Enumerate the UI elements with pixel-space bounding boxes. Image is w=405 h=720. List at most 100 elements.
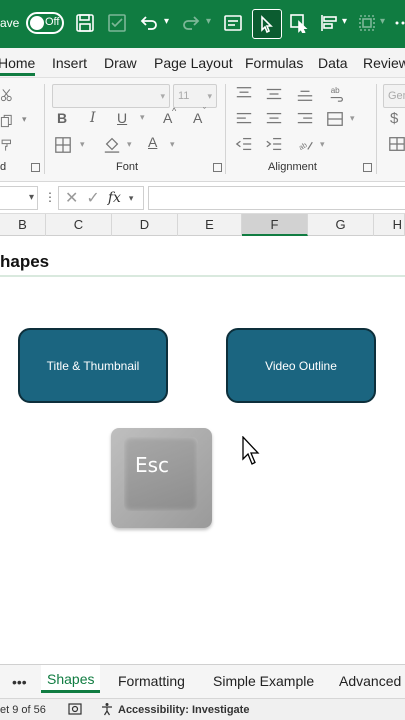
undo-dropdown-icon[interactable]: ▾ (164, 16, 169, 27)
sheet-tab-advanced[interactable]: Advanced (339, 673, 401, 689)
align-middle-icon[interactable] (265, 86, 283, 102)
alignment-launcher-icon[interactable] (363, 163, 372, 172)
conditional-format-icon[interactable] (388, 136, 405, 152)
orientation-dropdown-icon[interactable]: ▾ (320, 139, 325, 150)
font-name-combo[interactable]: ▾ (52, 84, 170, 108)
font-size-combo[interactable]: 11 ▾ (173, 84, 217, 108)
align-left-icon[interactable] (235, 111, 253, 127)
column-header-h[interactable]: H (374, 214, 405, 236)
sheet-title: hapes (0, 252, 50, 271)
alignment-group-label: Alignment (268, 161, 317, 173)
select-shape-icon[interactable] (288, 12, 310, 34)
column-header-d[interactable]: D (112, 214, 178, 236)
align-center-icon[interactable] (265, 111, 283, 127)
align-top-icon[interactable] (235, 86, 253, 102)
column-header-g[interactable]: G (308, 214, 374, 236)
formula-buttons: ✕ ✓ fx ▾ (58, 186, 144, 210)
mouse-cursor-icon (242, 436, 260, 465)
sheet-position-text: et 9 of 56 (0, 704, 46, 716)
save-icon[interactable] (74, 12, 96, 34)
svg-text:ab: ab (297, 140, 308, 152)
copy-dropdown-icon[interactable]: ▾ (22, 114, 27, 125)
checkbox-icon[interactable] (106, 12, 128, 34)
shrink-font-button[interactable]: A (193, 110, 202, 126)
form-icon[interactable] (222, 12, 244, 34)
insert-function-button[interactable]: fx (108, 190, 121, 206)
accessibility-icon[interactable] (100, 702, 114, 716)
orientation-icon[interactable]: ab (296, 134, 316, 154)
name-box[interactable]: ▾ (0, 186, 38, 210)
tab-page-layout[interactable]: Page Layout (154, 55, 233, 71)
underline-dropdown-icon[interactable]: ▾ (140, 112, 145, 123)
autosave-label: ave (0, 16, 20, 30)
function-dropdown-icon[interactable]: ▾ (129, 193, 134, 204)
format-painter-icon[interactable] (0, 136, 14, 154)
autosave-toggle[interactable]: Off (26, 12, 64, 34)
sheet-tab-simple-example[interactable]: Simple Example (213, 673, 314, 689)
worksheet[interactable]: hapes Title & Thumbnail Video Outline Es… (0, 236, 405, 664)
fill-color-dropdown-icon[interactable]: ▾ (127, 139, 132, 150)
undo-icon[interactable] (138, 12, 160, 34)
redo-dropdown-icon[interactable]: ▾ (206, 16, 211, 27)
grow-font-button[interactable]: A (163, 110, 172, 126)
clipboard-launcher-icon[interactable] (31, 163, 40, 172)
group-icon[interactable] (356, 12, 378, 34)
font-launcher-icon[interactable] (213, 163, 222, 172)
underline-button[interactable]: U (117, 110, 127, 126)
accessibility-status[interactable]: Accessibility: Investigate (118, 704, 249, 716)
wrap-text-icon[interactable]: ab (327, 84, 347, 104)
column-header-f[interactable]: F (242, 214, 308, 236)
title-bar: ave Off ▾ ▾ ▾ ▾ (0, 0, 405, 48)
borders-icon[interactable] (54, 136, 72, 154)
column-header-e[interactable]: E (178, 214, 242, 236)
column-header-c[interactable]: C (46, 214, 112, 236)
increase-indent-icon[interactable] (265, 136, 283, 152)
group-dropdown-icon[interactable]: ▾ (380, 16, 385, 27)
tab-draw[interactable]: Draw (104, 55, 137, 71)
tab-insert[interactable]: Insert (52, 55, 87, 71)
tab-review[interactable]: Review (363, 55, 405, 71)
copy-icon[interactable] (0, 112, 14, 130)
italic-button[interactable]: I (90, 110, 96, 126)
grow-font-icon: ^ (172, 106, 177, 116)
tab-data[interactable]: Data (318, 55, 348, 71)
esc-key-label: Esc (135, 453, 170, 477)
merge-center-icon[interactable] (326, 110, 344, 128)
align-bottom-icon[interactable] (296, 86, 314, 102)
column-header-b[interactable]: B (0, 214, 46, 236)
status-bar: et 9 of 56 Accessibility: Investigate (0, 698, 405, 720)
column-headers: B C D E F G H (0, 214, 405, 236)
merge-dropdown-icon[interactable]: ▾ (350, 113, 355, 124)
tab-formulas[interactable]: Formulas (245, 55, 303, 71)
enter-icon[interactable]: ✓ (86, 188, 99, 208)
esc-key-image[interactable]: Esc (111, 428, 212, 528)
font-color-button[interactable]: A (148, 134, 157, 150)
more-icon[interactable] (392, 12, 405, 34)
borders-dropdown-icon[interactable]: ▾ (80, 139, 85, 150)
more-sheets-button[interactable]: ••• (12, 674, 27, 690)
formula-input[interactable] (148, 186, 405, 210)
redo-icon[interactable] (180, 12, 202, 34)
video-outline-shape[interactable]: Video Outline (226, 328, 376, 403)
toggle-knob (30, 16, 44, 30)
ribbon-separator (225, 84, 226, 174)
currency-icon[interactable]: $ (390, 110, 398, 127)
font-color-dropdown-icon[interactable]: ▾ (170, 139, 175, 150)
number-format-combo[interactable]: Gen (383, 84, 405, 108)
ribbon-separator (44, 84, 45, 174)
fill-color-icon[interactable] (103, 134, 121, 154)
align-dropdown-icon[interactable]: ▾ (342, 16, 347, 27)
workbook-statistics-icon[interactable] (68, 702, 82, 716)
sheet-tab-shapes[interactable]: Shapes (41, 665, 101, 693)
title-thumbnail-shape[interactable]: Title & Thumbnail (18, 328, 168, 403)
cut-icon[interactable] (0, 86, 14, 104)
tab-home[interactable]: Home (0, 55, 36, 76)
cancel-icon[interactable]: ✕ (65, 188, 78, 208)
align-icon[interactable] (318, 12, 340, 34)
formula-bar-grip-icon[interactable]: ⋮ (44, 190, 56, 204)
bold-button[interactable]: B (57, 110, 67, 126)
select-objects-icon[interactable] (252, 9, 282, 39)
decrease-indent-icon[interactable] (235, 136, 253, 152)
sheet-tab-formatting[interactable]: Formatting (118, 673, 185, 689)
align-right-icon[interactable] (296, 111, 314, 127)
